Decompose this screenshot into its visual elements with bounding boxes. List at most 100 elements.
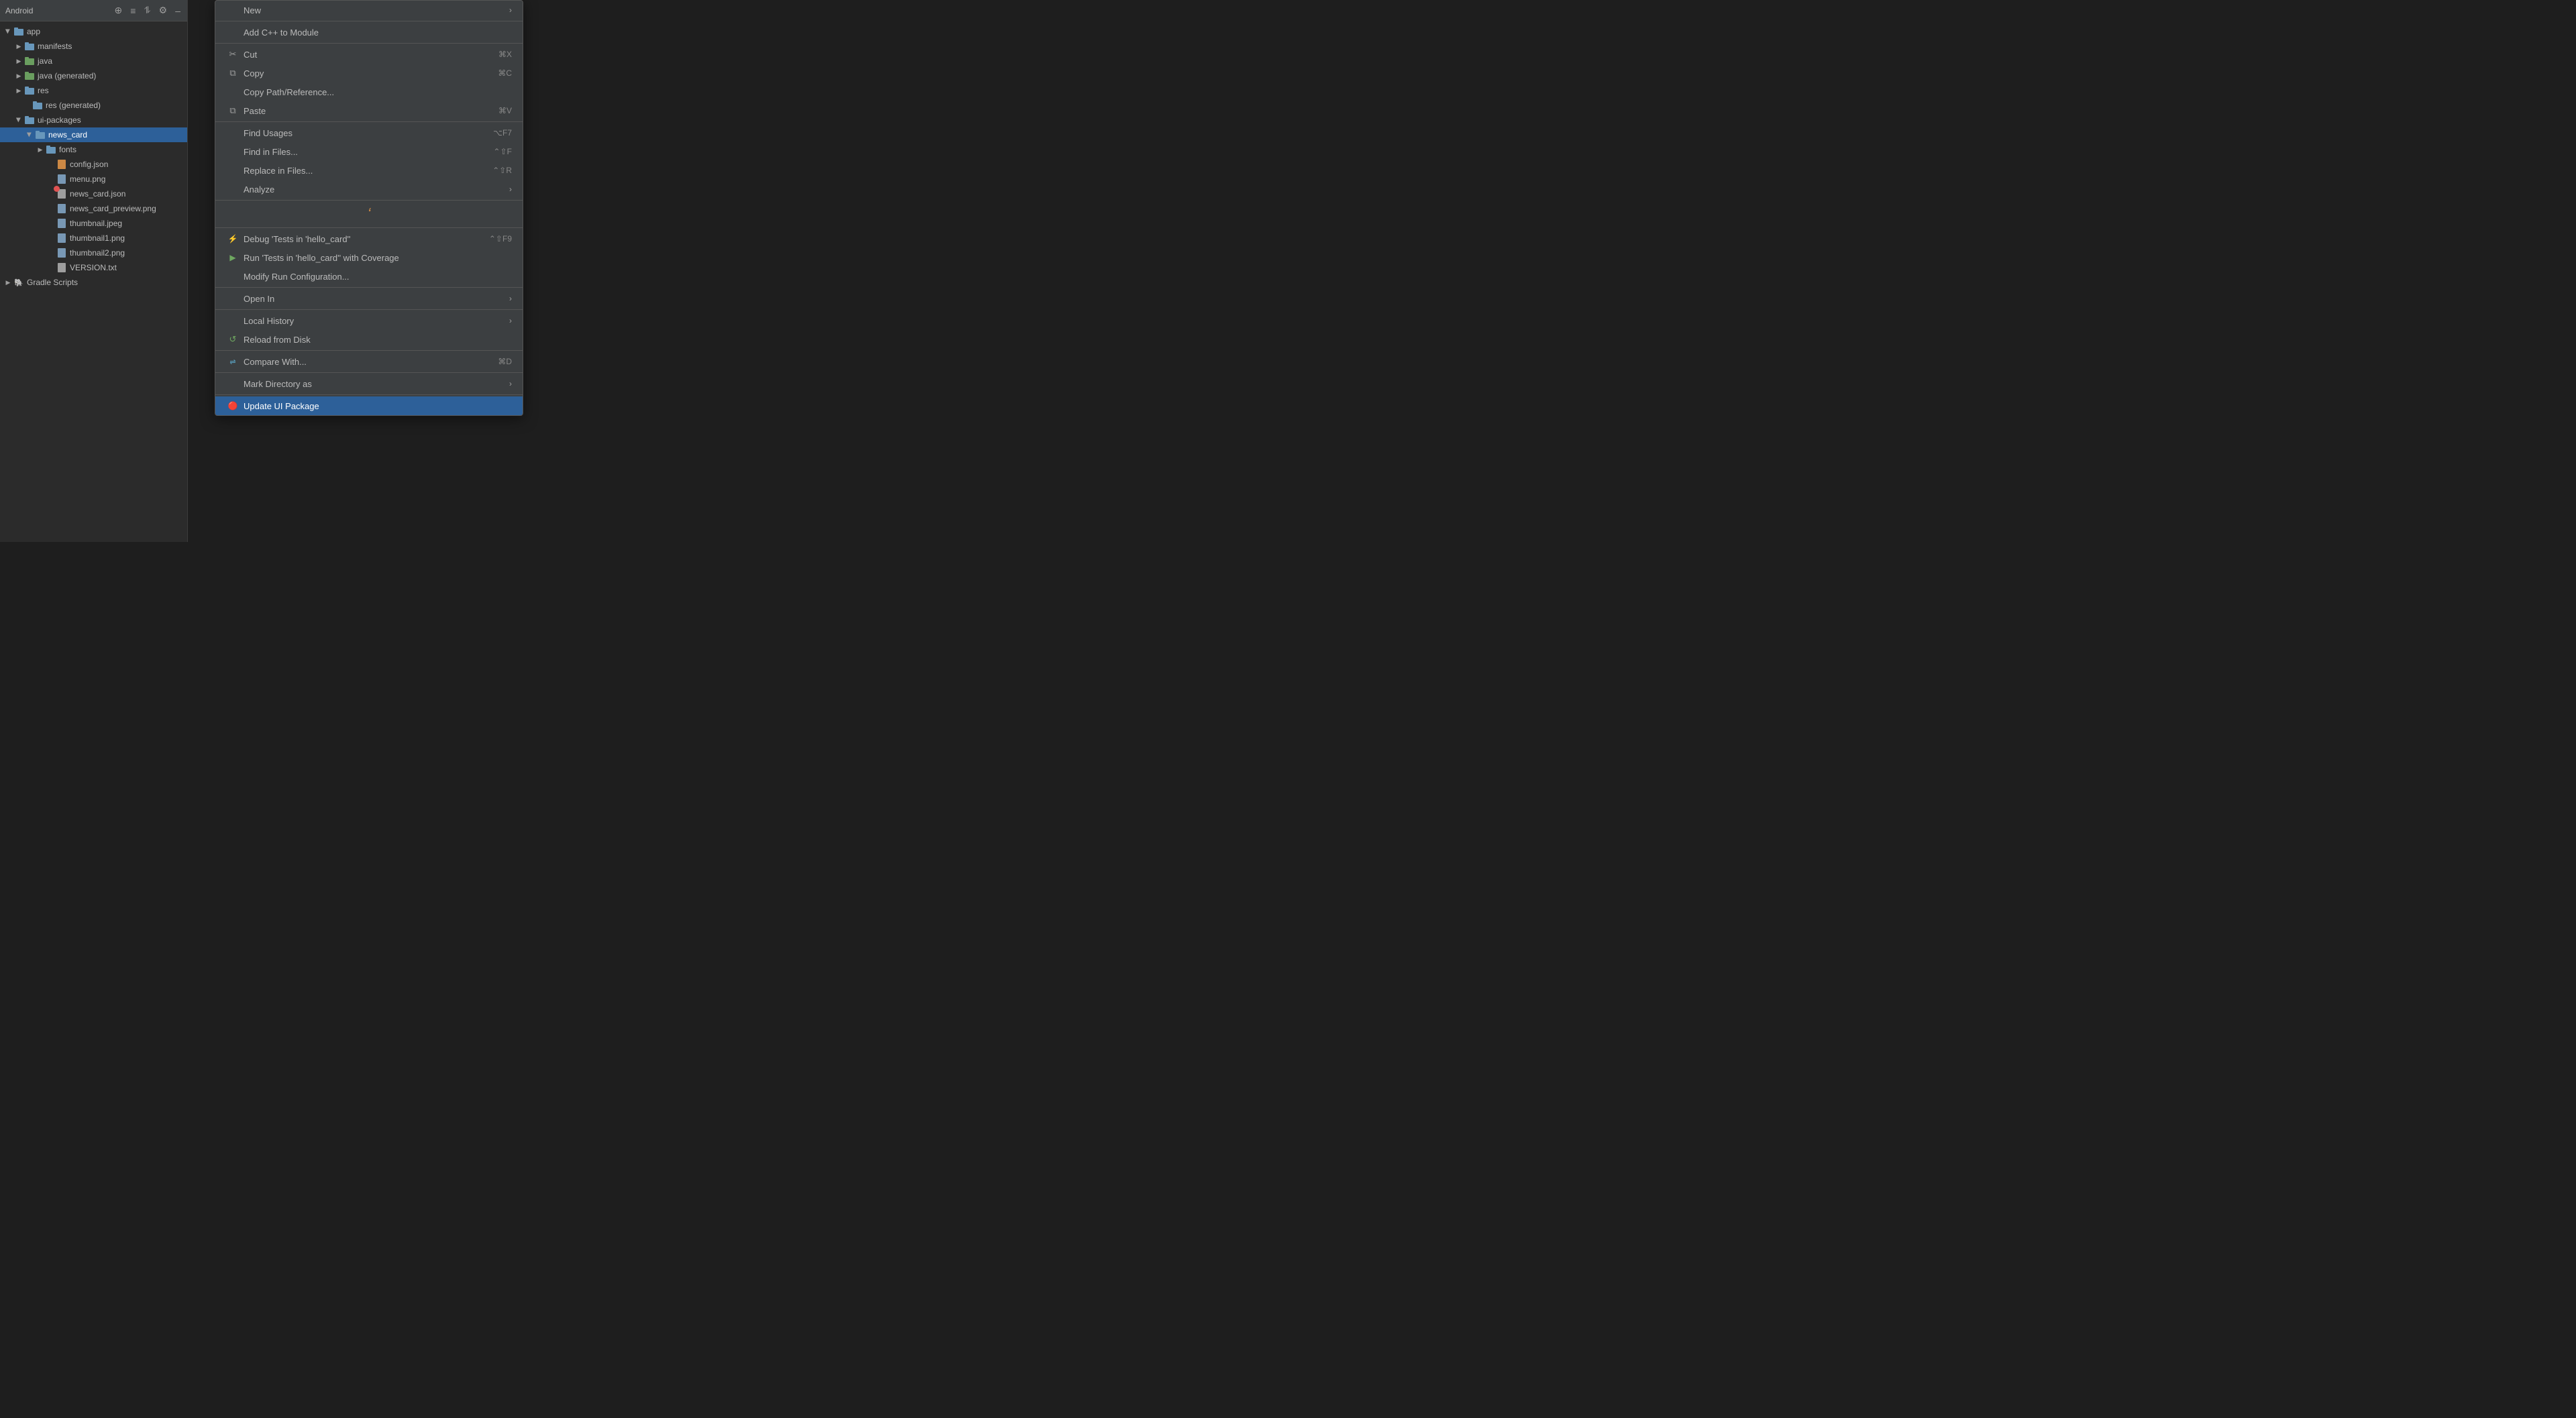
spinner-item: ʻ bbox=[215, 202, 523, 226]
menu-label-find-usages: Find Usages bbox=[244, 128, 482, 138]
file-icon-version bbox=[56, 262, 67, 273]
menu-item-debug[interactable]: ⚡ Debug 'Tests in 'hello_card'' ⌃⇧F9 bbox=[215, 229, 523, 248]
menu-item-paste[interactable]: ⧉ Paste ⌘V bbox=[215, 101, 523, 120]
chevron-java-gen: ▶ bbox=[13, 70, 24, 81]
tree-item-app[interactable]: ▶ app bbox=[0, 24, 187, 39]
tree-item-config-json[interactable]: ▶ config.json bbox=[0, 157, 187, 172]
tree-label-fonts: fonts bbox=[59, 145, 76, 154]
tree-label-res: res bbox=[38, 86, 49, 95]
compare-with-shortcut: ⌘D bbox=[498, 357, 512, 366]
chevron-news-card: ▶ bbox=[24, 129, 35, 140]
debug-shortcut: ⌃⇧F9 bbox=[489, 234, 512, 243]
menu-item-update-ui[interactable]: 🔴 Update UI Package bbox=[215, 396, 523, 415]
menu-label-debug: Debug 'Tests in 'hello_card'' bbox=[244, 234, 478, 244]
cut-shortcut: ⌘X bbox=[498, 50, 512, 59]
menu-label-paste: Paste bbox=[244, 106, 488, 116]
menu-item-cut[interactable]: ✂ Cut ⌘X bbox=[215, 45, 523, 64]
replace-files-shortcut: ⌃⇧R bbox=[492, 166, 512, 175]
menu-label-reload-disk: Reload from Disk bbox=[244, 335, 512, 345]
menu-item-run-coverage[interactable]: ▶ Run 'Tests in 'hello_card'' with Cover… bbox=[215, 248, 523, 267]
tree-label-java-gen: java (generated) bbox=[38, 71, 96, 80]
update-ui-icon: 🔴 bbox=[226, 401, 239, 411]
menu-label-find-files: Find in Files... bbox=[244, 147, 483, 157]
menu-item-analyze[interactable]: Analyze › bbox=[215, 180, 523, 199]
divider-9 bbox=[215, 372, 523, 373]
tree-item-version-txt[interactable]: ▶ VERSION.txt bbox=[0, 260, 187, 275]
chevron-gradle: ▶ bbox=[3, 277, 13, 288]
file-icon-news-card-json bbox=[56, 188, 67, 199]
tree-item-news-card-json[interactable]: ▶ news_card.json bbox=[0, 186, 187, 201]
tree-item-thumbnail2-png[interactable]: ▶ thumbnail2.png bbox=[0, 246, 187, 260]
tree-label-thumbnail1-png: thumbnail1.png bbox=[70, 233, 125, 243]
menu-item-new[interactable]: New › bbox=[215, 1, 523, 19]
context-menu: New › Add C++ to Module ✂ Cut ⌘X ⧉ Copy … bbox=[215, 0, 523, 416]
file-icon-config bbox=[56, 159, 67, 170]
file-tree: ▶ app ▶ manifests ▶ java ▶ bbox=[0, 21, 187, 542]
tree-item-manifests[interactable]: ▶ manifests bbox=[0, 39, 187, 54]
menu-label-replace-files: Replace in Files... bbox=[244, 166, 482, 176]
menu-item-find-usages[interactable]: Find Usages ⌥F7 bbox=[215, 123, 523, 142]
chevron-fonts: ▶ bbox=[35, 144, 46, 155]
divider-2 bbox=[215, 43, 523, 44]
tree-item-thumbnail-jpeg[interactable]: ▶ thumbnail.jpeg bbox=[0, 216, 187, 231]
tree-item-gradle-scripts[interactable]: ▶ 🐘 Gradle Scripts bbox=[0, 275, 187, 290]
paste-shortcut: ⌘V bbox=[498, 106, 512, 115]
menu-item-compare-with[interactable]: ⇌ Compare With... ⌘D bbox=[215, 352, 523, 371]
menu-item-reload-disk[interactable]: ↺ Reload from Disk bbox=[215, 330, 523, 349]
menu-item-find-files[interactable]: Find in Files... ⌃⇧F bbox=[215, 142, 523, 161]
tree-item-menu-png[interactable]: ▶ menu.png bbox=[0, 172, 187, 186]
menu-label-add-cpp: Add C++ to Module bbox=[244, 28, 512, 38]
folder-icon-ui-packages bbox=[24, 115, 35, 125]
menu-label-analyze: Analyze bbox=[244, 184, 504, 195]
menu-label-open-in: Open In bbox=[244, 294, 504, 304]
analyze-arrow: › bbox=[509, 184, 512, 194]
tree-item-res-generated[interactable]: ▶ res (generated) bbox=[0, 98, 187, 113]
tree-item-news-card[interactable]: ▶ news_card bbox=[0, 127, 187, 142]
find-usages-shortcut: ⌥F7 bbox=[493, 128, 512, 138]
tree-item-ui-packages[interactable]: ▶ ui-packages bbox=[0, 113, 187, 127]
run-coverage-icon: ▶ bbox=[226, 253, 239, 262]
debug-icon: ⚡ bbox=[226, 234, 239, 243]
menu-label-mark-directory: Mark Directory as bbox=[244, 379, 504, 389]
minimize-icon[interactable]: – bbox=[174, 4, 182, 17]
tree-item-java[interactable]: ▶ java bbox=[0, 54, 187, 68]
menu-label-new: New bbox=[244, 5, 504, 15]
menu-item-local-history[interactable]: Local History › bbox=[215, 311, 523, 330]
menu-item-replace-files[interactable]: Replace in Files... ⌃⇧R bbox=[215, 161, 523, 180]
menu-item-mark-directory[interactable]: Mark Directory as › bbox=[215, 374, 523, 393]
menu-item-copy[interactable]: ⧉ Copy ⌘C bbox=[215, 64, 523, 83]
tree-item-java-generated[interactable]: ▶ java (generated) bbox=[0, 68, 187, 83]
menu-item-open-in[interactable]: Open In › bbox=[215, 289, 523, 308]
tree-item-fonts[interactable]: ▶ fonts bbox=[0, 142, 187, 157]
file-icon-menu bbox=[56, 174, 67, 184]
menu-label-modify-run: Modify Run Configuration... bbox=[244, 272, 512, 282]
tree-label-ui-packages: ui-packages bbox=[38, 115, 81, 125]
folder-icon-res-gen bbox=[32, 100, 43, 111]
chevron-res: ▶ bbox=[13, 85, 24, 96]
expand-icon[interactable]: ⥮ bbox=[142, 3, 152, 17]
folder-icon-app bbox=[13, 26, 24, 37]
tree-label-thumbnail2-png: thumbnail2.png bbox=[70, 248, 125, 258]
divider-7 bbox=[215, 309, 523, 310]
menu-item-add-cpp[interactable]: Add C++ to Module bbox=[215, 23, 523, 42]
folder-icon-fonts bbox=[46, 144, 56, 155]
file-tree-panel: Android ⊕ ≡ ⥮ ⚙ – ▶ app ▶ manifests ▶ bbox=[0, 0, 188, 542]
copy-icon: ⧉ bbox=[226, 68, 239, 78]
tree-item-thumbnail1-png[interactable]: ▶ thumbnail1.png bbox=[0, 231, 187, 246]
menu-label-cut: Cut bbox=[244, 50, 488, 60]
local-history-arrow: › bbox=[509, 316, 512, 325]
sync-icon[interactable]: ⊕ bbox=[113, 3, 124, 17]
menu-item-copy-path[interactable]: Copy Path/Reference... bbox=[215, 83, 523, 101]
tree-item-news-card-preview[interactable]: ▶ news_card_preview.png bbox=[0, 201, 187, 216]
paste-icon: ⧉ bbox=[226, 105, 239, 116]
menu-item-modify-run[interactable]: Modify Run Configuration... bbox=[215, 267, 523, 286]
chevron-app: ▶ bbox=[3, 26, 13, 37]
tree-label-app: app bbox=[27, 27, 40, 36]
collapse-all-icon[interactable]: ≡ bbox=[129, 4, 137, 17]
tree-item-res[interactable]: ▶ res bbox=[0, 83, 187, 98]
settings-icon[interactable]: ⚙ bbox=[158, 3, 169, 17]
file-icon-thumbnail-jpeg bbox=[56, 218, 67, 229]
toolbar: Android ⊕ ≡ ⥮ ⚙ – bbox=[0, 0, 187, 21]
chevron-java: ▶ bbox=[13, 56, 24, 66]
divider-8 bbox=[215, 350, 523, 351]
